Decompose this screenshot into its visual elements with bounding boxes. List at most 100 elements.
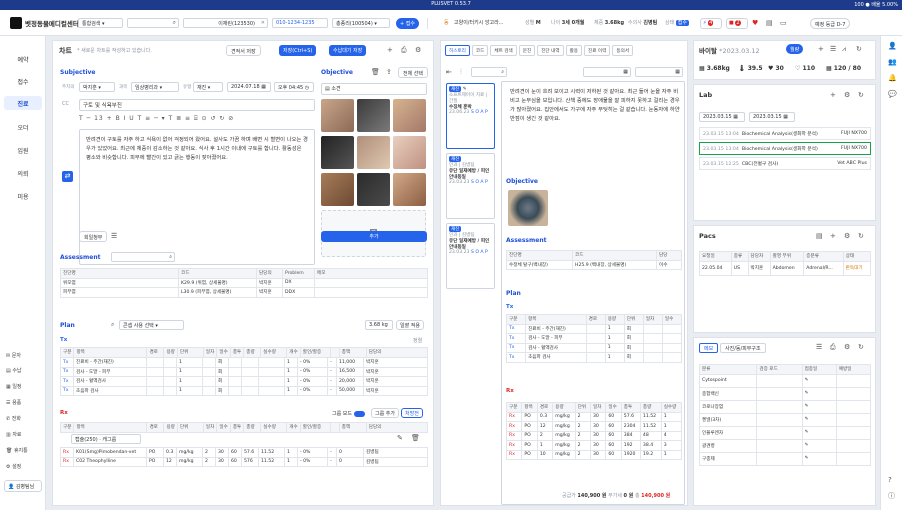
table-row[interactable]: 수정체 탈구(백내장) H25.9 (백내장, 상세불명) 이수 [506, 259, 682, 270]
alert-button[interactable]: ⚡ 4 [700, 18, 722, 29]
tab-history-2[interactable]: 체트 검색 [490, 45, 517, 56]
trash-icon[interactable]: 🗑 [411, 434, 420, 442]
tab-history-5[interactable]: 활용 [565, 45, 583, 56]
time-field[interactable]: 오후 04:45 ◷ [274, 82, 314, 92]
list-icon[interactable]: ☰ [816, 343, 822, 351]
table-row[interactable]: 22.05.04 US 박지훈 Abdomen Adrenal/R... 판독대기 [699, 260, 872, 276]
estimate-save-button[interactable]: 견적서 저장 [226, 45, 261, 56]
history-card[interactable]: 재진 인과 | 김병팀 유단 일재예방 / 피인 안내동일 23.03.23 S… [446, 153, 495, 219]
swap-icon[interactable]: ⇄ [62, 171, 73, 182]
lab-row[interactable]: 23.03.15 13:04 Biochemical Analysis(생화학 … [699, 142, 871, 155]
group-mode-toggle[interactable] [353, 410, 365, 417]
table-row[interactable]: Tx 초음파 검사 1 회 1- 0% -50,000 박지훈 [60, 385, 428, 396]
table-row[interactable]: Rx C02 Theophylline PO 12 mg/kg 2 30 60 576 11.52… [60, 456, 428, 467]
table-row[interactable]: 광견병 ✎ [698, 438, 872, 453]
lab-date-to[interactable]: 2023.03.15 ▦ [749, 112, 795, 122]
print-icon[interactable]: ⎙ [401, 46, 407, 54]
add-reception-button[interactable]: + 접수 [396, 18, 419, 29]
objective-photo-4[interactable] [321, 136, 354, 169]
plan-concept-select[interactable]: 콘셉 사용 선택 ▾ [119, 320, 184, 330]
sidebar-item-grooming[interactable]: 미용 [4, 189, 42, 203]
tab-history-3[interactable]: 문진 [518, 45, 536, 56]
tx-sort[interactable]: 정렬 [413, 337, 422, 344]
table-row[interactable]: Tx 검사 - 혈액검사 1 회 1- 0% -20,000 박지훈 [60, 376, 428, 387]
sidebar-item-schedule[interactable]: ▦ 일정 [6, 383, 22, 390]
table-row[interactable]: Tx 진료비 - 주간(재진) 1 회 1- 0% -11,000 박지훈 [60, 357, 428, 368]
refresh-icon[interactable]: ↻ [858, 232, 864, 240]
cc-input[interactable]: 구토 및 식욕부진 [79, 99, 315, 111]
settings-icon[interactable]: ⚙ [844, 232, 850, 240]
add-group-button[interactable]: 그룹 추가 [371, 408, 399, 418]
table-row[interactable]: Cytospoint ✎ [698, 373, 872, 388]
table-row[interactable]: 종합백신 ✎ [698, 386, 872, 401]
table-row[interactable]: Rx K01(Smg)Pimobendan-vet PO 0.3 mg/kg 2 30 60 5… [60, 447, 428, 458]
chart-icon[interactable]: ⩘ [842, 45, 846, 53]
subject-select[interactable]: 임상병리과 ▾ [131, 82, 179, 92]
list-icon[interactable]: ☰ [111, 232, 117, 240]
tab-history-1[interactable]: 코드 [471, 45, 489, 56]
tab-history-7[interactable]: 동의서 [612, 45, 634, 56]
refresh-icon[interactable]: ↻ [856, 45, 862, 53]
reservation-button[interactable]: 예정 등급 D-7 [810, 18, 851, 29]
objective-photo-6[interactable] [393, 136, 426, 169]
select-all-button[interactable]: 전체 선택 [398, 67, 428, 78]
settings-icon[interactable]: ⚙ [415, 46, 421, 54]
sidebar-item-data[interactable]: ▥ 자료 [6, 431, 22, 438]
history-button[interactable]: 회일청부 [79, 231, 108, 242]
lab-row[interactable]: 23.03.15 12:25 CBC(전혈구 검사) Vet ABC Plus [699, 157, 871, 170]
objective-add-button[interactable]: 추가 [321, 231, 427, 242]
add-icon[interactable]: + [830, 91, 836, 99]
sidebar-item-reservation[interactable]: 예약 [4, 52, 42, 66]
table-row[interactable]: Rx PO 12 mg/kg 2 30 60 2304 11.52 1 [505, 421, 683, 432]
phone-field[interactable]: 010-1234-1235 [272, 18, 328, 28]
objective-photo-7[interactable] [321, 173, 354, 206]
tab-history-6[interactable]: 진료 이력 [584, 45, 611, 56]
assessment-search[interactable]: ⌕ [111, 252, 175, 262]
sidebar-item-settings[interactable]: ⚙ 설정 [6, 463, 21, 470]
tab-photos[interactable]: 사진/동/피부구조 [720, 343, 766, 353]
lab-date-from[interactable]: 2023.03.15 ▦ [699, 112, 745, 122]
table-row[interactable]: 코로나장염 ✎ [698, 399, 872, 414]
refresh-icon[interactable]: ↻ [858, 343, 864, 351]
plan-apply-button[interactable]: 일괄 적용 [396, 320, 424, 330]
plan-weight[interactable]: 3.68 kg [365, 320, 393, 330]
help-icon[interactable]: ? [888, 476, 892, 484]
sidebar-item-payment[interactable]: ▤ 수납 [6, 367, 22, 374]
tab-history-4[interactable]: 진단 내역 [537, 45, 564, 56]
sidebar-item-treatment[interactable]: 진료 [4, 96, 42, 110]
lab-row[interactable]: 23.03.15 13:04 Biochemical Analysis(생화학 … [699, 127, 871, 140]
sidebar-item-sms[interactable]: ✉ 문자 [6, 352, 21, 359]
type-select[interactable]: 재진 ▾ [193, 82, 223, 92]
objective-photo-9[interactable] [393, 173, 426, 206]
table-row[interactable]: Tx 검사 - 도말 - 피부 1 회 [505, 333, 683, 344]
objective-photo-5[interactable] [357, 136, 390, 169]
table-row[interactable]: Tx 초음파 검사 1 회 [505, 352, 683, 363]
vitals-trend-button[interactable]: 월량 [786, 44, 804, 54]
objective-photo-3[interactable] [393, 99, 426, 132]
objective-photo-8[interactable] [357, 173, 390, 206]
sidebar-item-reception[interactable]: 접수 [4, 74, 42, 88]
sidebar-item-order[interactable]: 오더 [4, 120, 42, 134]
folder-icon[interactable]: ▭ [780, 19, 787, 27]
table-row[interactable]: 인플루엔자 ✎ [698, 425, 872, 440]
objective-photo-2[interactable] [357, 99, 390, 132]
bell-icon[interactable]: 🔔 [888, 74, 897, 82]
date-from[interactable]: ▦ [583, 67, 631, 77]
history-search[interactable]: ⌕ [471, 67, 507, 77]
table-row[interactable]: Rx PO 10 mg/kg 2 30 60 1920 19.2 1 [505, 449, 683, 460]
sidebar-item-supplies[interactable]: ☰ 용품 [6, 399, 21, 406]
filter-icon[interactable]: ⫶ [460, 68, 462, 76]
list-icon[interactable]: ☰ [830, 45, 836, 53]
table-row[interactable]: Tx 검사 - 도말 - 피부 1 회 1- 0% -16,500 박지훈 [60, 366, 428, 377]
editor-toolbar[interactable]: T ─ 13 + B I U T ≡ ─ ▾ T ≣ ≡ ⌸ ⊙ ↺ ↻ ⊘ [79, 115, 315, 127]
user-button[interactable]: 👤 김병팀님 [4, 480, 42, 492]
save-button[interactable]: 저장(Ctrl+S) [279, 45, 317, 56]
trash-icon[interactable]: 🗑 [371, 68, 380, 76]
heart-icon[interactable]: ♥ [752, 19, 758, 27]
history-card[interactable]: 재진 ✎ 소프트제어이 치료 | 간질 수징체 훈박 23.06.23 S O … [446, 83, 495, 149]
objective-photo-1[interactable] [321, 99, 354, 132]
add-icon[interactable]: + [830, 232, 836, 240]
table-row[interactable]: 켄넬(3차) ✎ [698, 412, 872, 427]
date-to[interactable]: ▦ [635, 67, 683, 77]
table-row[interactable]: Rx PO 0.3 mg/kg 2 30 60 57.6 11.52 1 [505, 411, 683, 422]
